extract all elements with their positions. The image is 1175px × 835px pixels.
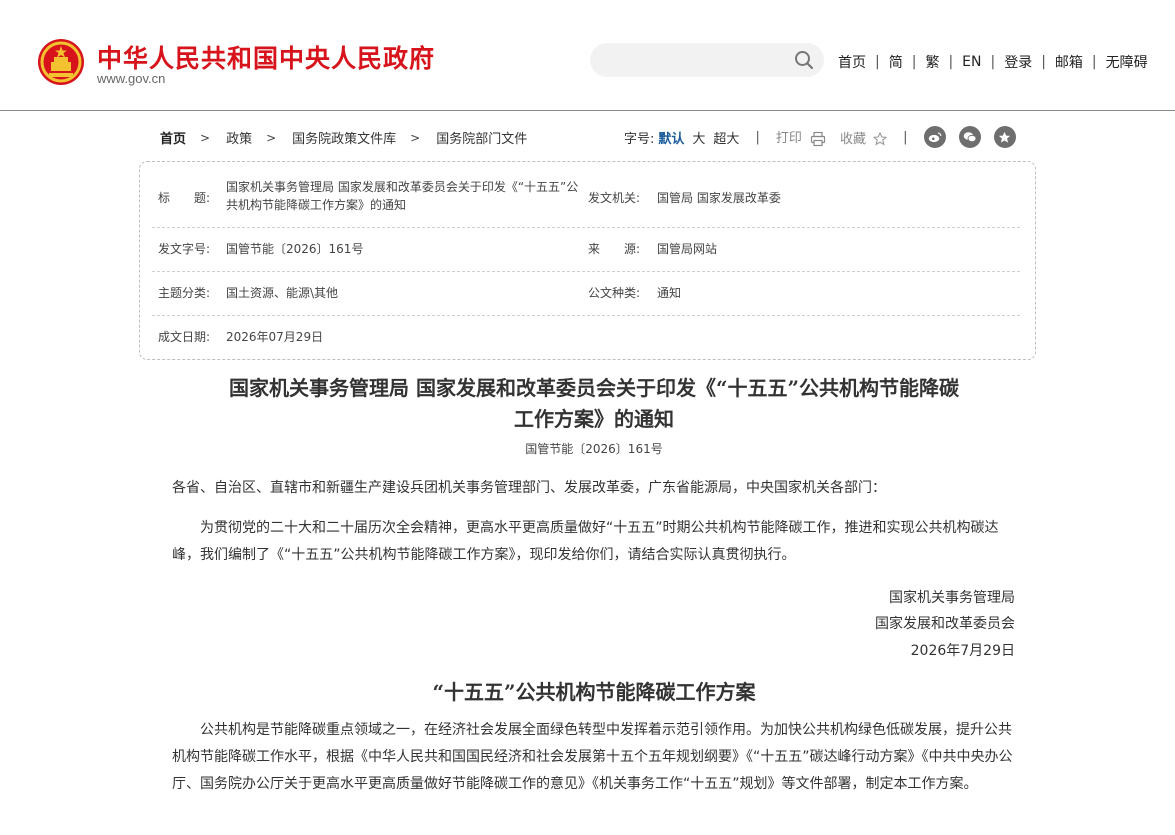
search-icon[interactable] bbox=[794, 50, 814, 70]
breadcrumb-policy[interactable]: 政策 bbox=[226, 128, 252, 147]
document-info-table: 标 题: 国家机关事务管理局 国家发展和改革委员会关于印发《“十五五”公共机构节… bbox=[139, 161, 1036, 360]
breadcrumb: 首页 > 政策 > 国务院政策文件库 > 国务院部门文件 bbox=[160, 128, 527, 148]
site-url[interactable]: www.gov.cn bbox=[97, 71, 165, 86]
docno-key: 发文字号: bbox=[158, 242, 211, 256]
date-value: 2026年07月29日 bbox=[226, 330, 324, 344]
body-paragraph: 公共机构是节能降碳重点领域之一，在经济社会发展全面绿色转型中发挥着示范引领作用。… bbox=[172, 722, 1013, 792]
nav-accessibility[interactable]: 无障碍 bbox=[1106, 52, 1148, 72]
breadcrumb-department-docs[interactable]: 国务院部门文件 bbox=[436, 128, 527, 147]
type-value: 通知 bbox=[657, 286, 682, 300]
chevron-right-icon: > bbox=[266, 130, 277, 145]
page-tools: 字号: 默认 大 超大 | 打印 收藏 | bbox=[624, 126, 1016, 148]
plan-title: “十五五”公共机构节能降碳工作方案 bbox=[432, 680, 756, 704]
signature-org: 国家机关事务管理局 bbox=[889, 590, 1015, 606]
wechat-icon[interactable] bbox=[958, 126, 981, 148]
signature-org: 国家发展和改革委员会 bbox=[875, 616, 1015, 632]
nav-traditional[interactable]: 繁 bbox=[925, 52, 939, 72]
search-input[interactable] bbox=[590, 43, 824, 77]
site-header: 中华人民共和国中央人民政府 www.gov.cn 首页 | 简 | 繁 | EN | 登… bbox=[0, 0, 1175, 111]
site-name[interactable]: 中华人民共和国中央人民政府 bbox=[97, 39, 435, 75]
chevron-right-icon: > bbox=[410, 130, 421, 145]
issuer-value: 国管局 国家发展改革委 bbox=[657, 191, 781, 205]
breadcrumb-home[interactable]: 首页 bbox=[160, 128, 186, 147]
print-label: 打印 bbox=[775, 131, 802, 147]
print-icon bbox=[810, 131, 826, 146]
addressee: 各省、自治区、直辖市和新疆生产建设兵团机关事务管理部门、发展改革委，广东省能源局… bbox=[172, 480, 886, 496]
favorite-label: 收藏 bbox=[839, 131, 866, 147]
info-row: 成文日期: 2026年07月29日 bbox=[152, 316, 1020, 356]
breadcrumb-policy-library[interactable]: 国务院政策文件库 bbox=[292, 128, 396, 147]
title-key: 标 题: bbox=[158, 191, 211, 205]
article-title-line: 工作方案》的通知 bbox=[514, 407, 674, 431]
favorite-star-icon[interactable] bbox=[993, 126, 1016, 148]
date-key: 成文日期: bbox=[158, 330, 211, 344]
issuer-key: 发文机关: bbox=[588, 191, 641, 205]
nav-english[interactable]: EN bbox=[962, 54, 981, 70]
info-row: 主题分类: 国土资源、能源\其他 公文种类: 通知 bbox=[152, 272, 1020, 316]
print-button[interactable]: 打印 bbox=[776, 127, 826, 147]
national-emblem-icon[interactable] bbox=[37, 38, 85, 86]
star-icon bbox=[872, 131, 888, 146]
font-size-default[interactable]: 默认 bbox=[658, 128, 684, 147]
info-row: 发文字号: 国管节能〔2026〕161号 来 源: 国管局网站 bbox=[152, 228, 1020, 272]
signature-date: 2026年7月29日 bbox=[910, 643, 1015, 659]
font-size-label: 字号: bbox=[624, 131, 655, 147]
body-paragraph: 为贯彻党的二十大和二十届历次全会精神，更高水平更高质量做好“十五五”时期公共机构… bbox=[172, 520, 999, 563]
nav-simplified[interactable]: 简 bbox=[889, 52, 903, 72]
article-doc-number: 国管节能〔2026〕161号 bbox=[525, 442, 663, 456]
article-title-line: 国家机关事务管理局 国家发展和改革委员会关于印发《“十五五”公共机构节能降碳 bbox=[229, 376, 959, 400]
topic-value: 国土资源、能源\其他 bbox=[226, 286, 339, 300]
top-nav: 首页 | 简 | 繁 | EN | 登录 | 邮箱 | 无障碍 bbox=[838, 52, 1148, 72]
type-key: 公文种类: bbox=[588, 286, 641, 300]
source-value: 国管局网站 bbox=[657, 242, 718, 256]
nav-login[interactable]: 登录 bbox=[1004, 52, 1032, 72]
favorite-button[interactable]: 收藏 bbox=[839, 128, 888, 147]
docno-value: 国管节能〔2026〕161号 bbox=[226, 242, 364, 256]
chevron-right-icon: > bbox=[200, 130, 211, 145]
font-size-xlarge[interactable]: 超大 bbox=[713, 128, 739, 147]
info-row: 标 题: 国家机关事务管理局 国家发展和改革委员会关于印发《“十五五”公共机构节… bbox=[152, 167, 1020, 228]
font-size-large[interactable]: 大 bbox=[692, 128, 705, 147]
weibo-icon[interactable] bbox=[923, 126, 946, 148]
source-key: 来 源: bbox=[588, 242, 641, 256]
article-title: 国家机关事务管理局 国家发展和改革委员会关于印发《“十五五”公共机构节能降碳 工… bbox=[172, 373, 1016, 435]
topic-key: 主题分类: bbox=[158, 286, 211, 300]
title-value: 国家机关事务管理局 国家发展和改革委员会关于印发《“十五五”公共机构节能降碳工作… bbox=[226, 180, 579, 212]
nav-mail[interactable]: 邮箱 bbox=[1055, 52, 1083, 72]
nav-home[interactable]: 首页 bbox=[838, 52, 866, 72]
